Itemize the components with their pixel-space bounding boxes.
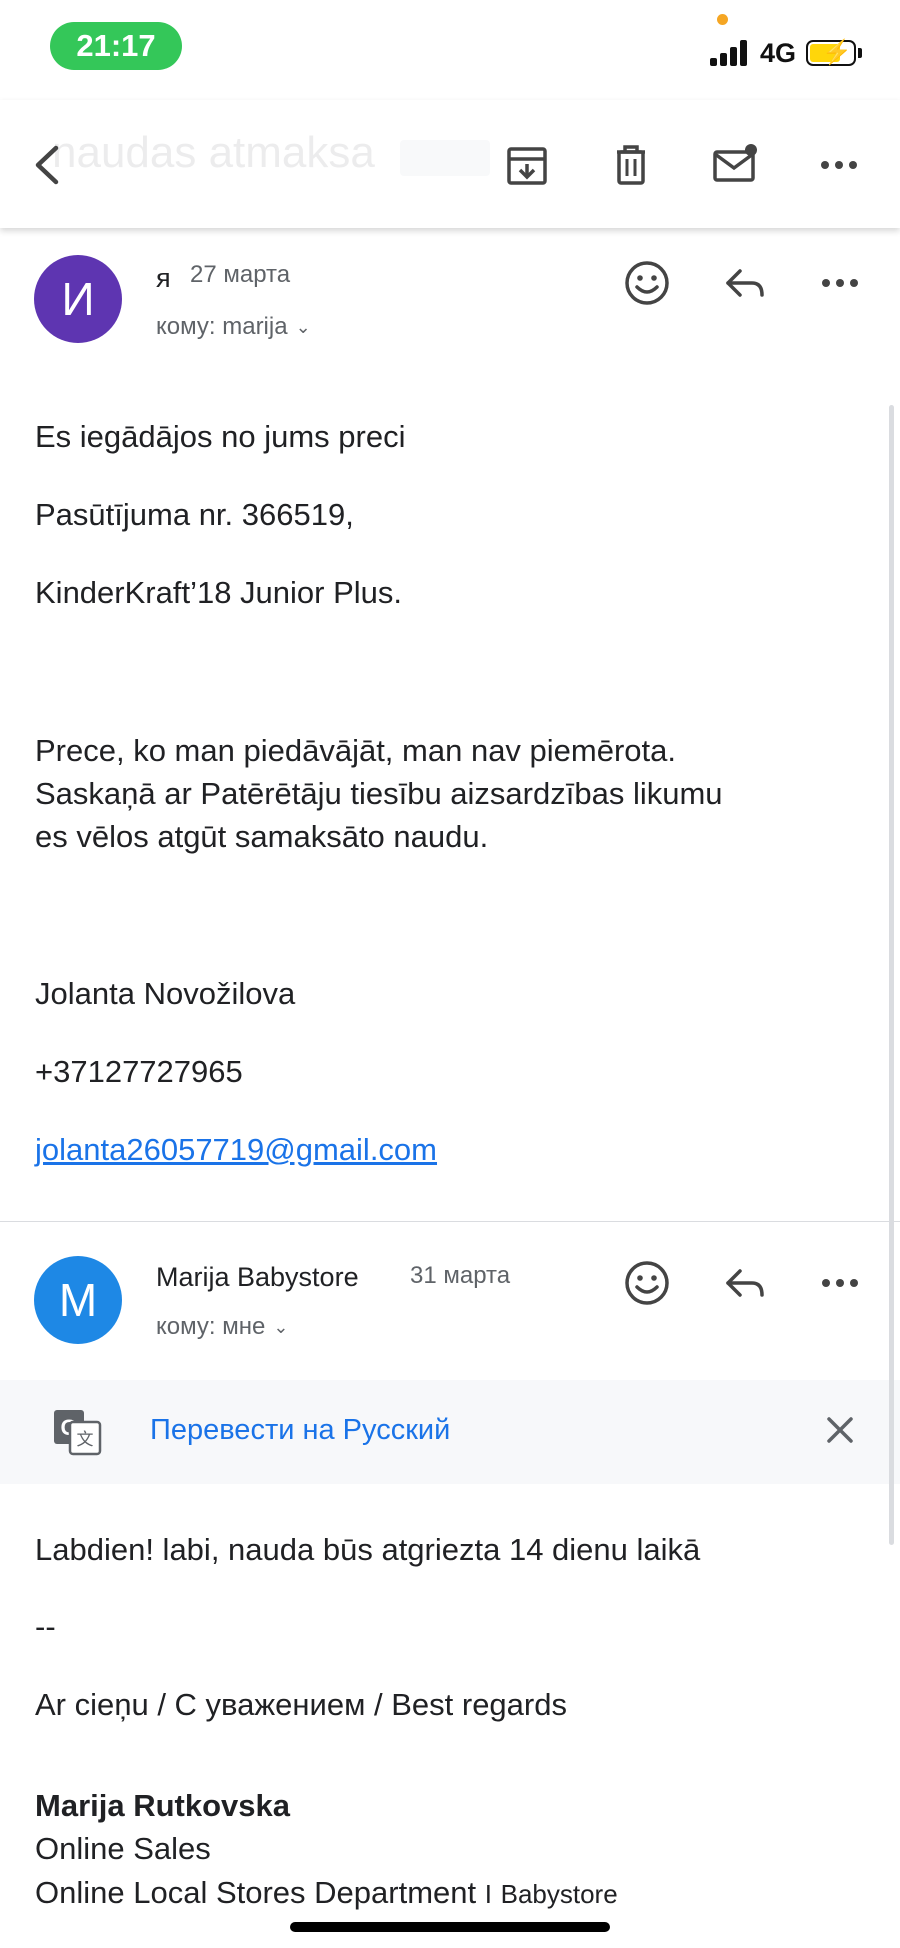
home-indicator[interactable] — [290, 1922, 610, 1932]
chevron-down-icon: ⌄ — [273, 1317, 289, 1338]
body-line: KinderKraft’18 Junior Plus. — [35, 575, 403, 610]
privacy-indicator-icon — [717, 14, 728, 25]
recipient-label: кому: мне — [156, 1313, 266, 1340]
recipient-toggle[interactable]: кому: мне ⌄ — [156, 1313, 288, 1341]
signature-department-line: Online Local Stores Department I Babysto… — [35, 1871, 618, 1916]
archive-icon[interactable] — [504, 142, 550, 188]
sender-name: я — [156, 263, 171, 293]
chevron-down-icon: ⌄ — [295, 317, 311, 338]
scrollbar[interactable] — [889, 405, 894, 1545]
message-date: 31 марта — [410, 1262, 511, 1289]
body-line: Pasūtījuma nr. 366519, — [35, 497, 354, 532]
back-icon[interactable] — [26, 142, 72, 188]
body-line: -- — [35, 1609, 56, 1644]
message-date: 27 марта — [190, 261, 291, 288]
toolbar: naudas atmaksa — [0, 100, 900, 228]
email-link[interactable]: jolanta26057719@gmail.com — [35, 1128, 437, 1172]
body-line: Prece, ko man piedāvājāt, man nav piemēr… — [35, 733, 677, 768]
translate-bar: G 文 Перевести на Русский — [0, 1380, 900, 1484]
sender-avatar[interactable]: И — [34, 255, 122, 343]
body-line: +37127727965 — [35, 1054, 243, 1089]
signature-name: Marija Rutkovska — [35, 1788, 290, 1823]
sender-name: Marija Babystore — [156, 1262, 359, 1292]
translate-icon: G 文 — [54, 1410, 102, 1456]
body-line: Jolanta Novožilova — [35, 976, 296, 1011]
translate-button[interactable]: Перевести на Русский — [150, 1414, 450, 1447]
faded-subject: naudas atmaksa — [52, 128, 375, 177]
body-line: es vēlos atgūt samaksāto naudu. — [35, 819, 489, 854]
signature-brand: Babystore — [500, 1879, 618, 1909]
mark-unread-icon[interactable] — [712, 142, 758, 188]
body-line: Saskaņā ar Patērētāju tiesību aizsardzīb… — [35, 776, 723, 811]
body-line: Es iegādājos no jums preci — [35, 419, 406, 454]
battery-tip — [858, 48, 862, 58]
signature-department: Online Local Stores Department — [35, 1875, 477, 1910]
signal-icon — [710, 40, 752, 66]
emoji-reaction-icon[interactable] — [622, 1258, 672, 1308]
recipient-label: кому: marija — [156, 313, 288, 340]
body-line: Labdien! labi, nauda būs atgriezta 14 di… — [35, 1532, 701, 1567]
reply-icon[interactable] — [720, 258, 770, 308]
trash-icon[interactable] — [608, 142, 654, 188]
recipient-toggle[interactable]: кому: marija ⌄ — [156, 313, 311, 341]
more-icon[interactable] — [815, 1258, 865, 1308]
svg-text:文: 文 — [77, 1430, 94, 1450]
sender-avatar[interactable]: M — [34, 1256, 122, 1344]
more-icon[interactable] — [816, 142, 862, 188]
faded-label-tag — [400, 140, 490, 176]
network-type: 4G — [760, 38, 797, 68]
reply-icon[interactable] — [720, 1258, 770, 1308]
body-line: Ar cieņu / С уважением / Best regards — [35, 1687, 567, 1722]
message-divider — [0, 1221, 900, 1222]
signature-title: Online Sales — [35, 1831, 211, 1866]
signature-separator: I — [484, 1879, 492, 1909]
battery-icon: ⚡ — [806, 39, 856, 66]
status-bar: 21:17 4G ⚡ — [0, 0, 900, 100]
more-icon[interactable] — [815, 258, 865, 308]
emoji-reaction-icon[interactable] — [622, 258, 672, 308]
close-icon[interactable] — [820, 1410, 860, 1450]
status-time: 21:17 — [50, 22, 182, 70]
